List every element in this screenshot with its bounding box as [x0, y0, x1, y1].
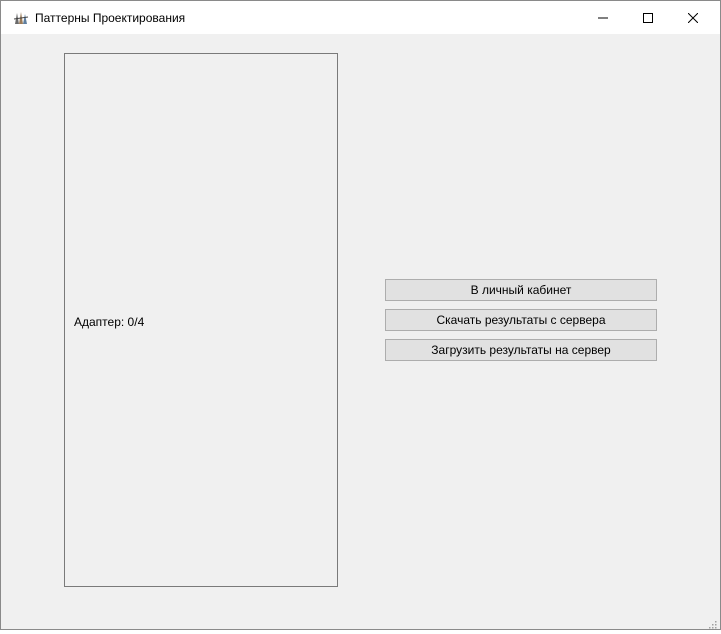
resize-grip-icon[interactable] — [707, 616, 717, 629]
minimize-icon — [598, 13, 608, 23]
progress-panel: Адаптер: 0/4 — [64, 53, 338, 587]
personal-cabinet-button[interactable]: В личный кабинет — [385, 279, 657, 301]
download-results-button[interactable]: Скачать результаты с сервера — [385, 309, 657, 331]
minimize-button[interactable] — [580, 1, 626, 34]
app-window: Паттерны Проектирования Адаптер: 0/4 В л… — [0, 0, 721, 630]
maximize-button[interactable] — [625, 1, 671, 34]
window-title: Паттерны Проектирования — [35, 11, 186, 25]
adapter-progress-label: Адаптер: 0/4 — [74, 315, 145, 329]
maximize-icon — [643, 12, 653, 23]
app-icon — [13, 11, 29, 25]
close-icon — [688, 12, 698, 23]
title-bar[interactable]: Паттерны Проектирования — [1, 1, 720, 34]
upload-results-button[interactable]: Загрузить результаты на сервер — [385, 339, 657, 361]
close-button[interactable] — [670, 1, 716, 34]
